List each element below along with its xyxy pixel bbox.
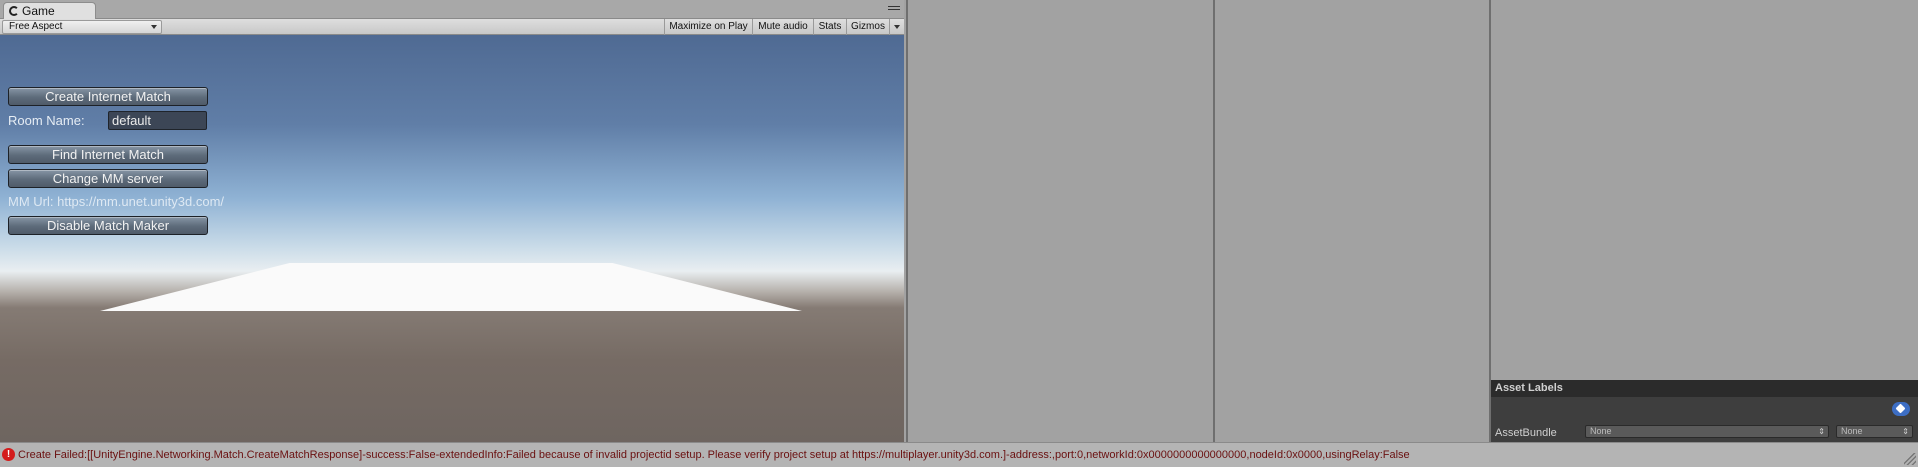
updown-arrows-icon: ⇕ (1902, 427, 1909, 436)
empty-pane-project (1213, 0, 1489, 442)
pacman-icon (9, 6, 19, 16)
tab-game[interactable]: Game (3, 2, 96, 20)
status-message[interactable]: Create Failed:[[UnityEngine.Networking.M… (18, 449, 1410, 461)
game-window: Game Free Aspect Maximize on Play Mute a… (0, 0, 904, 442)
assetbundle-variant-dropdown[interactable]: None ⇕ (1836, 425, 1913, 438)
empty-pane-inspector (1489, 0, 1918, 442)
asset-labels-header: Asset Labels (1491, 380, 1918, 397)
assetbundle-name-dropdown[interactable]: None ⇕ (1585, 425, 1829, 438)
game-toolbar: Free Aspect Maximize on Play Mute audio … (0, 19, 904, 35)
window-menu-icon[interactable] (888, 6, 900, 14)
gizmos-toggle[interactable]: Gizmos (846, 19, 889, 35)
room-name-input[interactable]: default (108, 111, 207, 130)
asset-labels-panel: Asset Labels AssetBundle None ⇕ None ⇕ (1491, 380, 1918, 442)
updown-arrows-icon: ⇕ (1818, 427, 1825, 436)
ground-plane (100, 263, 802, 311)
mm-url-label: MM Url: https://mm.unet.unity3d.com/ (8, 194, 225, 209)
aspect-dropdown-value: Free Aspect (9, 21, 63, 32)
disable-match-maker-button[interactable]: Disable Match Maker (8, 216, 208, 235)
gizmos-dropdown[interactable] (889, 19, 904, 35)
aspect-dropdown[interactable]: Free Aspect (2, 20, 162, 34)
resize-grip-icon[interactable] (1904, 453, 1916, 465)
create-internet-match-button[interactable]: Create Internet Match (8, 87, 208, 106)
assetbundle-label: AssetBundle (1495, 427, 1557, 439)
stats-toggle[interactable]: Stats (813, 19, 846, 35)
game-viewport[interactable]: Create Internet Match Room Name: default… (0, 35, 904, 442)
mute-audio-toggle[interactable]: Mute audio (752, 19, 813, 35)
room-name-label: Room Name: (8, 113, 85, 128)
find-internet-match-button[interactable]: Find Internet Match (8, 145, 208, 164)
tag-icon[interactable] (1892, 402, 1910, 416)
chevron-down-icon (894, 25, 900, 29)
assetbundle-name-value: None (1590, 426, 1612, 436)
assetbundle-variant-value: None (1841, 426, 1863, 436)
chevron-down-icon (151, 25, 157, 29)
empty-pane-hierarchy (906, 0, 1212, 442)
change-mm-server-button[interactable]: Change MM server (8, 169, 208, 188)
tab-bar: Game (0, 0, 904, 20)
maximize-on-play-toggle[interactable]: Maximize on Play (664, 19, 752, 35)
tab-game-label: Game (22, 4, 55, 18)
status-bar[interactable]: ! Create Failed:[[UnityEngine.Networking… (0, 442, 1918, 467)
error-icon: ! (2, 448, 15, 461)
